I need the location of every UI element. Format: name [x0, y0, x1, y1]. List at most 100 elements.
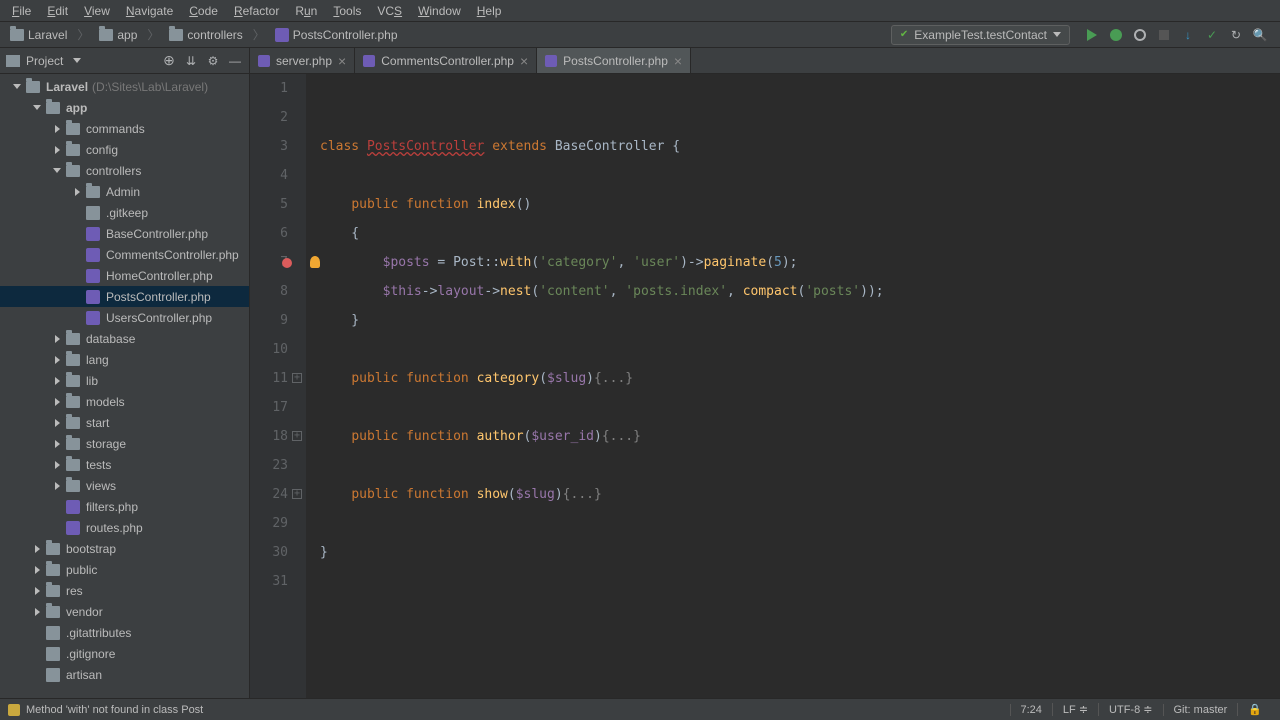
tree-arrow[interactable] [52, 166, 62, 176]
code-line[interactable] [320, 103, 1280, 132]
gutter-line-9[interactable]: 9 [250, 306, 288, 335]
tree-item-routes-php[interactable]: routes.php [0, 517, 249, 538]
menu-tools[interactable]: Tools [325, 2, 369, 20]
gutter-line-24[interactable]: 24+ [250, 480, 288, 509]
tree-arrow[interactable] [52, 481, 62, 491]
code-line[interactable]: public function category($slug){...} [320, 364, 1280, 393]
tree-item-basecontroller-php[interactable]: BaseController.php [0, 223, 249, 244]
tree-arrow[interactable] [72, 208, 82, 218]
tree-item-bootstrap[interactable]: bootstrap [0, 538, 249, 559]
gutter-line-1[interactable]: 1 [250, 74, 288, 103]
gutter-line-31[interactable]: 31 [250, 567, 288, 596]
tree-arrow[interactable] [72, 250, 82, 260]
code-line[interactable]: class PostsController extends BaseContro… [320, 132, 1280, 161]
tree-arrow[interactable] [52, 124, 62, 134]
tree-arrow[interactable] [52, 460, 62, 470]
tree-item-userscontroller-php[interactable]: UsersController.php [0, 307, 249, 328]
tree-arrow[interactable] [72, 313, 82, 323]
close-tab-button[interactable]: × [674, 53, 682, 69]
tree-arrow[interactable] [32, 649, 42, 659]
tree-item--gitattributes[interactable]: .gitattributes [0, 622, 249, 643]
tree-arrow[interactable] [32, 628, 42, 638]
settings-button[interactable]: ⚙ [205, 53, 221, 69]
code-line[interactable] [320, 451, 1280, 480]
tree-arrow[interactable] [32, 544, 42, 554]
editor-content[interactable]: class PostsController extends BaseContro… [306, 74, 1280, 698]
code-editor[interactable]: 1234567891011+1718+2324+293031 class Pos… [250, 74, 1280, 698]
tree-arrow[interactable] [52, 418, 62, 428]
code-line[interactable] [320, 74, 1280, 103]
intention-bulb-icon[interactable] [310, 256, 320, 268]
tree-item-laravel[interactable]: Laravel (D:\Sites\Lab\Laravel) [0, 76, 249, 97]
tree-arrow[interactable] [52, 523, 62, 533]
fold-expand-icon[interactable]: + [292, 489, 302, 499]
code-line[interactable]: $this->layout->nest('content', 'posts.in… [320, 277, 1280, 306]
tree-arrow[interactable] [32, 103, 42, 113]
menu-refactor[interactable]: Refactor [226, 2, 287, 20]
gutter-line-5[interactable]: 5 [250, 190, 288, 219]
menu-vcs[interactable]: VCS [369, 2, 410, 20]
read-only-toggle[interactable]: 🔒 [1237, 703, 1272, 716]
tree-item-views[interactable]: views [0, 475, 249, 496]
vcs-update-button[interactable]: ↓ [1180, 27, 1196, 43]
editor-tab-server-php[interactable]: server.php× [250, 48, 355, 73]
fold-expand-icon[interactable]: + [292, 431, 302, 441]
vcs-commit-button[interactable]: ✓ [1204, 27, 1220, 43]
stop-button[interactable] [1156, 27, 1172, 43]
tree-item-res[interactable]: res [0, 580, 249, 601]
tree-arrow[interactable] [72, 229, 82, 239]
tree-item-artisan[interactable]: artisan [0, 664, 249, 685]
hide-button[interactable]: — [227, 53, 243, 69]
gutter-line-18[interactable]: 18+ [250, 422, 288, 451]
git-branch[interactable]: Git: master [1163, 704, 1238, 716]
tree-item-postscontroller-php[interactable]: PostsController.php [0, 286, 249, 307]
tree-arrow[interactable] [52, 502, 62, 512]
menu-help[interactable]: Help [469, 2, 510, 20]
close-tab-button[interactable]: × [520, 53, 528, 69]
tree-arrow[interactable] [32, 565, 42, 575]
tree-arrow[interactable] [32, 607, 42, 617]
tree-arrow[interactable] [52, 334, 62, 344]
gutter-line-4[interactable]: 4 [250, 161, 288, 190]
gutter-line-29[interactable]: 29 [250, 509, 288, 538]
tree-item-public[interactable]: public [0, 559, 249, 580]
gutter-line-10[interactable]: 10 [250, 335, 288, 364]
code-line[interactable]: public function author($user_id){...} [320, 422, 1280, 451]
debug-button[interactable] [1108, 27, 1124, 43]
gutter-line-2[interactable]: 2 [250, 103, 288, 132]
tree-item-admin[interactable]: Admin [0, 181, 249, 202]
tree-item-homecontroller-php[interactable]: HomeController.php [0, 265, 249, 286]
project-tree[interactable]: Laravel (D:\Sites\Lab\Laravel)appcommand… [0, 74, 249, 698]
gutter-line-3[interactable]: 3 [250, 132, 288, 161]
gutter-line-8[interactable]: 8 [250, 277, 288, 306]
tree-item-vendor[interactable]: vendor [0, 601, 249, 622]
close-tab-button[interactable]: × [338, 53, 346, 69]
tree-item-filters-php[interactable]: filters.php [0, 496, 249, 517]
run-button[interactable] [1084, 27, 1100, 43]
gutter-line-6[interactable]: 6 [250, 219, 288, 248]
breadcrumb-file[interactable]: PostsController.php [271, 26, 402, 44]
gutter-line-7[interactable]: 7 [250, 248, 288, 277]
tree-item-tests[interactable]: tests [0, 454, 249, 475]
tree-arrow[interactable] [72, 271, 82, 281]
tree-arrow[interactable] [52, 397, 62, 407]
gutter-line-30[interactable]: 30 [250, 538, 288, 567]
code-line[interactable]: { [320, 219, 1280, 248]
tree-item-commentscontroller-php[interactable]: CommentsController.php [0, 244, 249, 265]
tree-item-commands[interactable]: commands [0, 118, 249, 139]
run-config-selector[interactable]: ✔ ExampleTest.testContact [891, 25, 1070, 45]
tree-arrow[interactable] [32, 670, 42, 680]
breadcrumb-controllers[interactable]: controllers [165, 26, 246, 44]
tree-arrow[interactable] [32, 586, 42, 596]
menu-window[interactable]: Window [410, 2, 469, 20]
menu-view[interactable]: View [76, 2, 118, 20]
tree-item--gitignore[interactable]: .gitignore [0, 643, 249, 664]
tree-item-controllers[interactable]: controllers [0, 160, 249, 181]
tree-arrow[interactable] [52, 355, 62, 365]
tree-arrow[interactable] [12, 82, 22, 92]
code-line[interactable]: $posts = Post::with('category', 'user')-… [320, 248, 1280, 277]
tree-item--gitkeep[interactable]: .gitkeep [0, 202, 249, 223]
menu-navigate[interactable]: Navigate [118, 2, 181, 20]
search-button[interactable]: 🔍 [1252, 27, 1268, 43]
code-line[interactable] [320, 567, 1280, 596]
